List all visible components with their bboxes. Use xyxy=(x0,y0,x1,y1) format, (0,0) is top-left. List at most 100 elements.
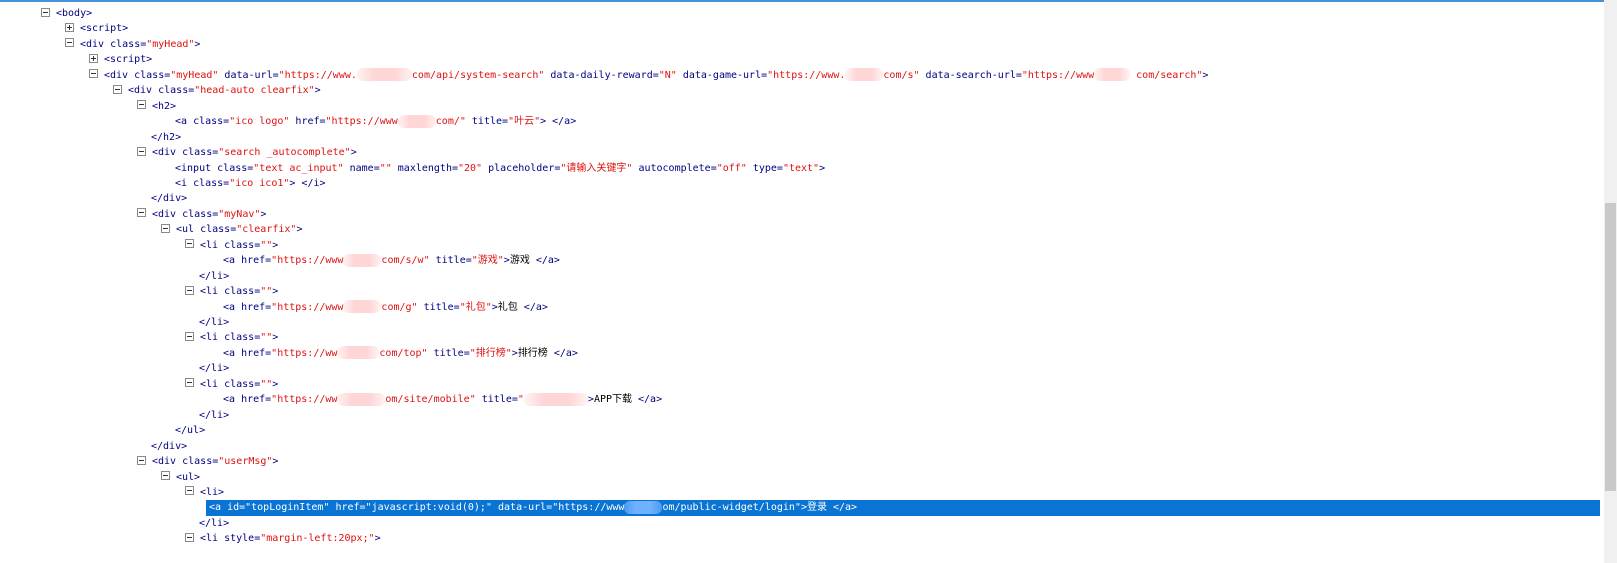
tree-row[interactable]: <a href="https://ww om/site/mobile" title… xyxy=(223,392,662,408)
attr-name: href= xyxy=(329,502,366,514)
tree-row[interactable]: </li> xyxy=(199,408,229,424)
tree-row[interactable]: <ul> xyxy=(161,470,200,486)
collapse-toggle-icon[interactable] xyxy=(185,331,194,341)
attr-value: "margin-left:20px;" xyxy=(260,533,375,545)
attr-value: com/top" xyxy=(379,347,428,359)
tag-text: <a xyxy=(223,255,242,267)
collapse-toggle-icon[interactable] xyxy=(137,146,146,156)
attr-value: "https://www. xyxy=(767,69,846,81)
tag-text: </li> xyxy=(199,409,230,421)
tree-row[interactable]: <a href="https://www com/s/w" title="游戏">… xyxy=(223,253,560,269)
attr-name: href= xyxy=(241,301,272,313)
tag-text: > xyxy=(272,456,279,468)
tree-row[interactable]: <li class=""> xyxy=(185,377,278,393)
tree-row[interactable]: <div class="userMsg"> xyxy=(137,454,278,470)
tag-text: > xyxy=(296,224,303,236)
scrollbar-thumb[interactable] xyxy=(1605,203,1616,491)
attr-value: "text" xyxy=(782,162,820,174)
tag-text: </div> xyxy=(151,193,188,205)
tree-row[interactable]: <li> xyxy=(185,485,224,501)
vertical-scrollbar[interactable] xyxy=(1604,0,1617,563)
tree-row[interactable]: <a class="ico logo" href="https://www com… xyxy=(175,114,576,130)
collapse-toggle-icon[interactable] xyxy=(137,100,146,110)
tree-row[interactable]: <i class="ico ico1"> </i> xyxy=(175,176,326,192)
tree-row[interactable]: </h2> xyxy=(151,130,181,146)
collapse-toggle-icon[interactable] xyxy=(161,471,170,480)
attr-name: data-url= xyxy=(491,502,553,514)
tag-text: </h2> xyxy=(151,131,182,143)
text-node: 登录 xyxy=(806,502,827,514)
tree-row[interactable]: <ul class="clearfix"> xyxy=(161,222,302,238)
tree-row[interactable]: <script> xyxy=(65,21,128,37)
tag-text: > xyxy=(272,286,279,298)
attr-value: "https://www xyxy=(1021,69,1095,81)
collapse-toggle-icon[interactable] xyxy=(185,239,194,249)
tag-text: <li xyxy=(200,239,225,251)
collapse-toggle-icon[interactable] xyxy=(185,532,194,542)
tree-row[interactable]: </li> xyxy=(199,269,229,285)
collapse-toggle-icon[interactable] xyxy=(137,455,146,465)
tag-text: > xyxy=(272,332,279,344)
attr-name: title= xyxy=(465,116,509,128)
window-top-edge xyxy=(0,0,1617,2)
expand-toggle-icon[interactable] xyxy=(89,53,98,63)
attr-value: "https://ww xyxy=(271,394,338,406)
tree-row[interactable]: <h2> xyxy=(137,99,176,115)
tree-row-selected[interactable]: <a id="topLoginItem" href="javascript:vo… xyxy=(206,500,1600,517)
tree-row[interactable]: <li style="margin-left:20px;"> xyxy=(185,531,381,547)
attr-value: "text ac_input" xyxy=(253,162,344,174)
tag-text: <li xyxy=(200,533,225,545)
collapse-toggle-icon[interactable] xyxy=(185,378,194,388)
tree-row[interactable]: <input class="text ac_input" name="" max… xyxy=(175,161,825,177)
tree-row[interactable]: </li> xyxy=(199,361,229,377)
tree-row[interactable]: <div class="search _autocomplete"> xyxy=(137,145,357,161)
redaction-blur xyxy=(343,300,382,314)
collapse-toggle-icon[interactable] xyxy=(161,223,170,233)
tree-row[interactable]: <li class=""> xyxy=(185,238,278,254)
collapse-toggle-icon[interactable] xyxy=(185,486,194,496)
attr-value: com/g" xyxy=(381,301,418,313)
collapse-toggle-icon[interactable] xyxy=(137,208,146,218)
attr-name: autocomplete= xyxy=(632,162,717,174)
attr-value: "请输入关键字" xyxy=(560,162,633,174)
attr-name: data-search-url= xyxy=(919,69,1022,81)
attr-name: href= xyxy=(241,394,272,406)
tree-row[interactable]: <body> xyxy=(41,6,92,22)
collapse-toggle-icon[interactable] xyxy=(89,69,98,79)
tree-row[interactable]: </div> xyxy=(151,191,187,207)
attr-name: class= xyxy=(224,286,261,298)
tag-text: <ul xyxy=(176,224,201,236)
tag-text: </li> xyxy=(199,517,230,529)
attr-value: com/s" xyxy=(883,69,920,81)
attr-value: "https://www. xyxy=(278,69,357,81)
collapse-toggle-icon[interactable] xyxy=(185,285,194,295)
tree-row[interactable]: <script> xyxy=(89,52,152,68)
tree-row[interactable]: </ul> xyxy=(175,423,205,439)
tree-row[interactable]: <li class=""> xyxy=(185,284,278,300)
tree-row[interactable]: </div> xyxy=(151,439,187,455)
tree-row[interactable]: <div class="myNav"> xyxy=(137,207,266,223)
attr-name: class= xyxy=(224,378,261,390)
tag-text: <div xyxy=(152,147,183,159)
tree-row[interactable]: <li class=""> xyxy=(185,330,278,346)
tree-row[interactable]: <div class="myHead"> xyxy=(65,37,200,53)
attr-value: "myHead" xyxy=(146,38,195,50)
tag-text: <script> xyxy=(80,23,129,35)
tree-row[interactable]: <a href="https://ww com/top" title="排行榜">… xyxy=(223,346,578,362)
collapse-toggle-icon[interactable] xyxy=(41,7,50,17)
collapse-toggle-icon[interactable] xyxy=(65,38,74,48)
attr-value: "游戏" xyxy=(471,255,504,267)
tree-row[interactable]: </li> xyxy=(199,315,229,331)
tree-row[interactable]: </li> xyxy=(199,516,229,532)
text-node: 礼包 xyxy=(497,301,518,313)
tag-text: > </i> xyxy=(289,177,326,189)
collapse-toggle-icon[interactable] xyxy=(113,84,122,94)
tag-text: > xyxy=(272,378,279,390)
tag-text: </li> xyxy=(199,317,230,328)
attr-name: href= xyxy=(241,255,272,267)
tree-row[interactable]: <a href="https://www com/g" title="礼包">礼包… xyxy=(223,300,548,316)
dom-tree-view[interactable]: <body> <script> <div class="myHead"> <scrip… xyxy=(0,6,1600,563)
tree-row[interactable]: <div class="myHead" data-url="https://ww… xyxy=(89,68,1208,84)
expand-toggle-icon[interactable] xyxy=(65,22,74,32)
tree-row[interactable]: <div class="head-auto clearfix"> xyxy=(113,83,321,99)
